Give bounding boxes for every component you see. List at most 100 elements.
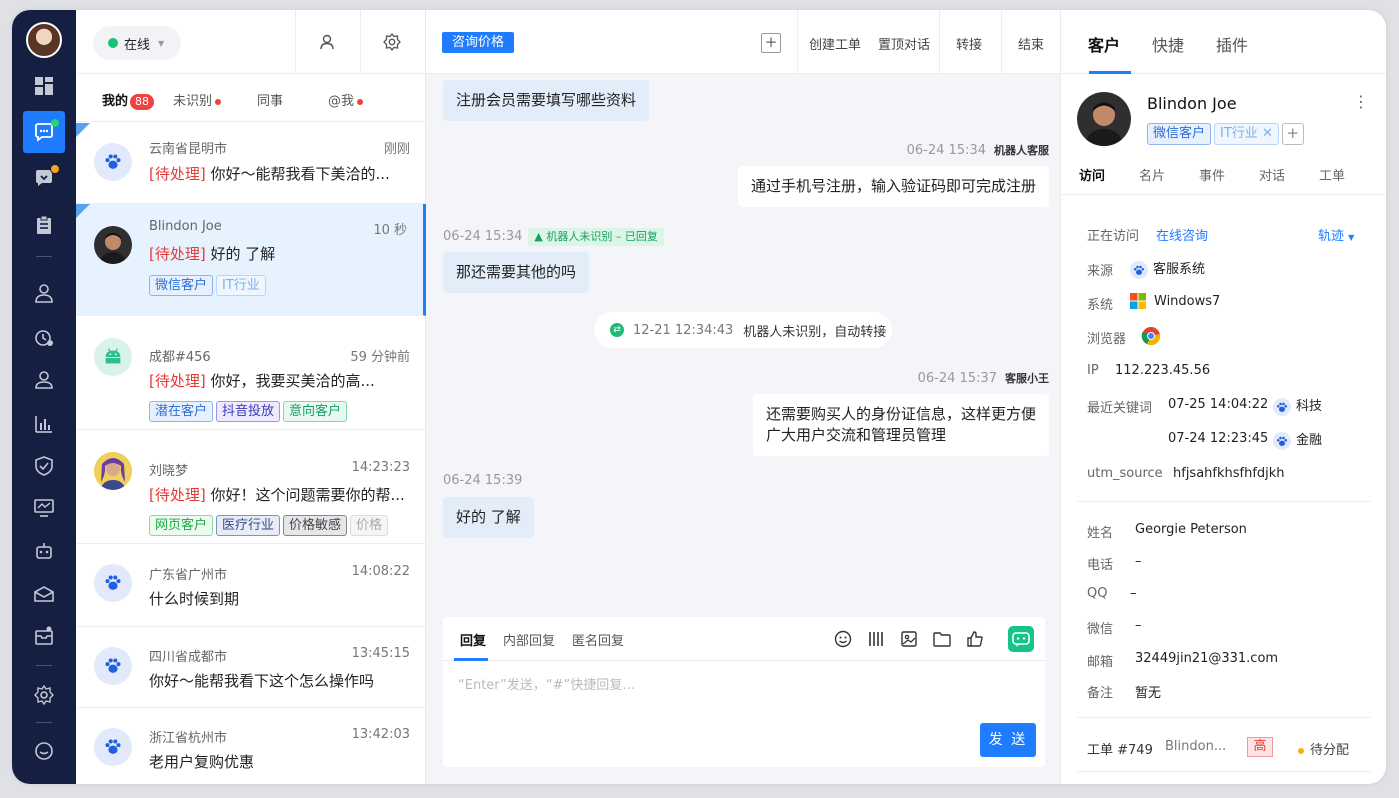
status-dropdown[interactable]: 在线 ▼ — [93, 26, 181, 60]
tab-mentions[interactable]: @我 — [328, 90, 364, 109]
red-dot — [357, 98, 364, 105]
subtab-conversations[interactable]: 对话 — [1259, 165, 1285, 184]
chat-icon[interactable] — [23, 111, 65, 153]
visitor-message: 那还需要其他的吗 — [443, 252, 590, 293]
send-button[interactable]: 发 送 — [980, 723, 1036, 757]
monitor-icon[interactable] — [24, 488, 64, 528]
keyword-time: 07-24 12:23:45 — [1168, 431, 1269, 446]
subtab-tickets[interactable]: 工单 — [1319, 165, 1345, 184]
thumbs-up-icon[interactable] — [965, 629, 985, 649]
message-text: 你好！这个问题需要你的帮... — [210, 486, 405, 504]
last-message: [待处理] 你好！这个问题需要你的帮... — [149, 484, 411, 505]
agent-avatar[interactable] — [26, 22, 62, 58]
history-icon[interactable] — [24, 318, 64, 358]
tag: IT行业 ✕ — [1214, 123, 1279, 145]
chevron-down-icon: ▼ — [1348, 233, 1355, 242]
reply-input[interactable]: “Enter”发送，“#”快捷回复… — [458, 674, 635, 693]
list-item[interactable]: 浙江省杭州市 13:42:03 老用户复购优惠 — [76, 708, 426, 784]
nav-divider — [36, 665, 52, 666]
last-message: [待处理] 好的 了解 — [149, 243, 411, 264]
list-item[interactable]: 成都#456 59 分钟前 [待处理] 你好，我要买美洽的高... 潜在客户 抖音… — [76, 316, 426, 430]
stats-icon[interactable] — [24, 404, 64, 444]
message-alert-icon[interactable] — [24, 158, 64, 198]
mailbox-icon[interactable] — [24, 574, 64, 614]
tag: 微信客户 — [1147, 123, 1212, 145]
quick-phrase-icon[interactable] — [866, 629, 886, 649]
dashboard-icon[interactable] — [24, 66, 64, 106]
settings-icon[interactable] — [382, 32, 402, 52]
tab-colleagues[interactable]: 同事 — [257, 90, 283, 109]
ticket-id[interactable]: 工单 #749 — [1087, 739, 1153, 758]
subtab-events[interactable]: 事件 — [1199, 165, 1225, 184]
agent-message: 通过手机号注册，输入验证码即可完成注册 — [737, 166, 1049, 207]
track-dropdown[interactable]: 轨迹 ▼ — [1318, 225, 1354, 244]
email-label: 邮箱 — [1087, 655, 1114, 670]
shield-icon[interactable] — [24, 446, 64, 486]
ticket-status: 待分配 — [1298, 739, 1349, 758]
divider — [360, 10, 361, 74]
ticket-status-text: 待分配 — [1310, 743, 1350, 758]
pin-chat-button[interactable]: 置顶对话 — [878, 34, 930, 53]
help-chat-icon[interactable] — [24, 731, 64, 771]
tag-list: 潜在客户 抖音投放 意向客户 — [149, 401, 411, 422]
last-message: 老用户复购优惠 — [149, 753, 255, 771]
user-icon[interactable] — [317, 32, 337, 52]
tab-reply[interactable]: 回复 — [460, 630, 486, 649]
inbox-icon[interactable] — [24, 616, 64, 656]
email-value: 32449jin21@331.com — [1135, 651, 1279, 666]
tab-shortcut[interactable]: 快捷 — [1152, 32, 1184, 56]
clipboard-icon[interactable] — [24, 205, 64, 245]
topic-chip[interactable]: 咨询价格 — [442, 32, 515, 53]
list-item-selected[interactable]: Blindon Joe 10 秒 [待处理] 好的 了解 微信客户 IT行业 — [76, 204, 426, 316]
tab-unidentified[interactable]: 未识别 — [173, 90, 222, 109]
info-tabs: 客户 快捷 插件 — [1061, 10, 1386, 74]
keyword-label: 最近关键词 — [1087, 401, 1153, 416]
tab-plugin[interactable]: 插件 — [1216, 32, 1248, 56]
tab-mine[interactable]: 我的 88 — [102, 90, 155, 110]
contact-time: 14:23:23 — [351, 460, 410, 475]
more-options-icon[interactable]: ⋮ — [1353, 92, 1369, 111]
emoji-icon[interactable] — [833, 629, 853, 649]
message-meta: 06-24 15:37 客服小王 — [918, 370, 1049, 386]
visiting-value[interactable]: 在线咨询 — [1156, 225, 1208, 244]
tab-anonymous-reply[interactable]: 匿名回复 — [572, 630, 624, 649]
add-topic-button[interactable]: + — [761, 33, 781, 53]
user-icon[interactable] — [24, 273, 64, 313]
corner-marker — [76, 123, 90, 137]
add-tag-button[interactable]: + — [1281, 123, 1304, 145]
list-item[interactable]: 刘晓梦 14:23:23 [待处理] 你好！这个问题需要你的帮... 网页客户医… — [76, 430, 426, 544]
list-tabs: 我的 88 未识别 同事 @我 — [76, 74, 426, 122]
folder-icon[interactable] — [932, 629, 952, 649]
tag-list: 微信客户 IT行业 — [149, 275, 411, 296]
list-item[interactable]: 四川省成都市 13:45:15 你好～能帮我看下这个怎么操作吗 — [76, 627, 426, 708]
tab-internal-reply[interactable]: 内部回复 — [503, 630, 555, 649]
image-icon[interactable] — [899, 629, 919, 649]
corner-marker — [76, 204, 90, 218]
tab-mine-label: 我的 — [102, 94, 129, 109]
message-text: 你好～能帮我看下美洽的... — [210, 165, 390, 183]
divider — [939, 10, 940, 74]
contacts-icon[interactable] — [24, 360, 64, 400]
divider — [295, 10, 296, 74]
list-item[interactable]: 广东省广州市 14:08:22 什么时候到期 — [76, 544, 426, 627]
close-icon[interactable]: ✕ — [1262, 126, 1273, 141]
message-time: 06-24 15:34 — [443, 229, 523, 244]
list-item[interactable]: 云南省昆明市 刚刚 [待处理] 你好～能帮我看下美洽的... — [76, 123, 426, 204]
contact-time: 10 秒 — [373, 223, 407, 238]
contact-name: 四川省成都市 — [149, 650, 228, 665]
subtab-card[interactable]: 名片 — [1139, 165, 1165, 184]
last-message: [待处理] 你好～能帮我看下美洽的... — [149, 163, 411, 184]
windows-icon — [1130, 293, 1147, 310]
transfer-button[interactable]: 转接 — [956, 34, 982, 53]
notification-dot — [50, 164, 60, 174]
end-chat-button[interactable]: 结束 — [1018, 34, 1044, 53]
create-ticket-button[interactable]: 创建工单 — [809, 34, 861, 53]
tab-customer[interactable]: 客户 — [1088, 32, 1120, 56]
subtab-visit[interactable]: 访问 — [1079, 165, 1105, 184]
pending-label: [待处理] — [149, 372, 206, 390]
robot-icon[interactable] — [24, 531, 64, 571]
tag: 价格 — [350, 515, 389, 536]
ai-assistant-button[interactable] — [1008, 626, 1034, 652]
settings-icon[interactable] — [24, 675, 64, 715]
track-label: 轨迹 — [1318, 229, 1345, 244]
